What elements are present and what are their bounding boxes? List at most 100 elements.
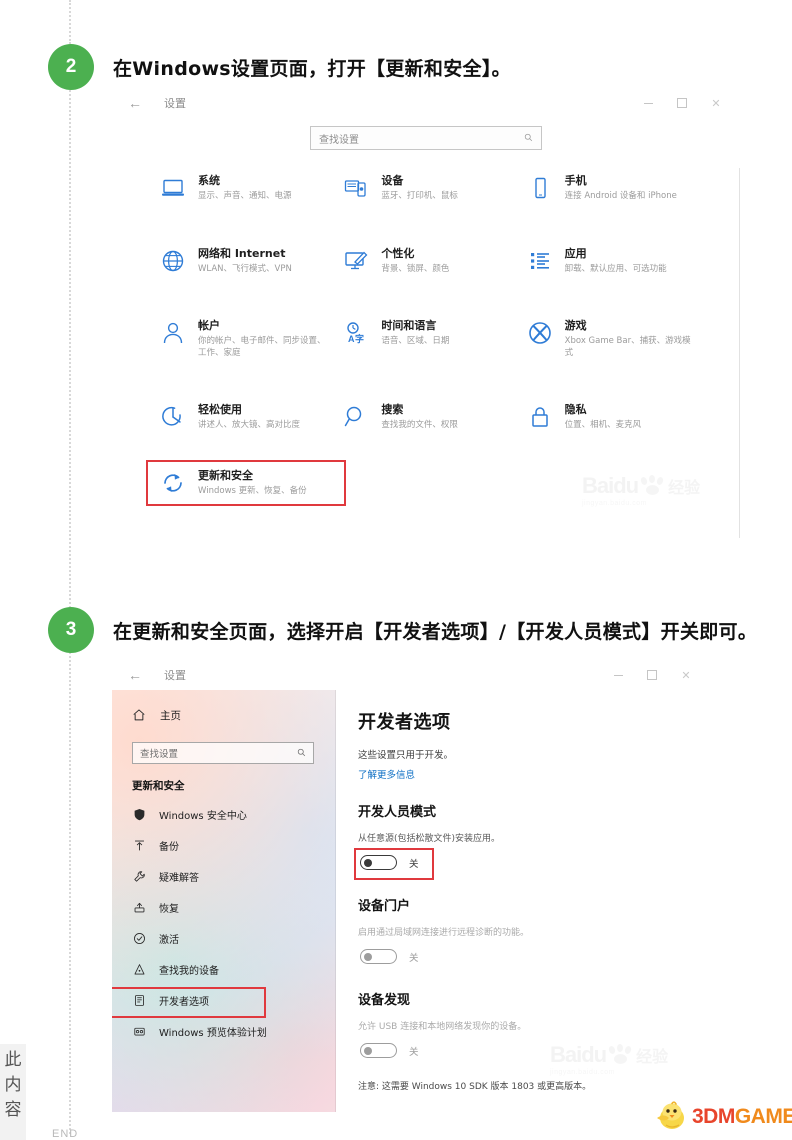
sidebar-item-find-my-device[interactable]: 查找我的设备 [112, 954, 336, 985]
insider-icon [132, 1025, 146, 1039]
sidebar-item-backup[interactable]: 备份 [112, 830, 336, 861]
settings-tile-network[interactable]: 网络和 Internet WLAN、飞行模式、VPN [160, 247, 333, 276]
check-circle-icon [132, 932, 146, 946]
svg-text:A: A [348, 334, 355, 344]
sidebar-item-label: 查找我的设备 [159, 966, 219, 977]
maximize-button[interactable] [636, 663, 668, 687]
settings-tile-search[interactable]: 搜索 查找我的文件、权限 [343, 403, 516, 432]
watermark-cn: 经验 [636, 1047, 669, 1066]
developer-icon [132, 994, 146, 1008]
settings-tile-grid: 系统 显示、声音、通知、电源 设备 蓝牙、打印机、鼠标 手机 连接 Androi… [160, 174, 700, 432]
sidebar-section-title: 更新和安全 [132, 780, 185, 792]
sidebar-item-label: 激活 [159, 935, 179, 946]
search-icon [297, 748, 306, 757]
tile-desc: 位置、相机、麦克风 [564, 420, 642, 430]
tutorial-page: 2 在Windows设置页面，打开【更新和安全】。 ← 设置 ✕ 查找设置 系统… [0, 0, 792, 1140]
update-refresh-icon [160, 470, 186, 496]
section-desc-device-discovery: 允许 USB 连接和本地网络发现你的设备。 [358, 1022, 527, 1032]
sidebar-item-troubleshoot[interactable]: 疑难解答 [112, 861, 336, 892]
tile-title: 游戏 [564, 319, 587, 332]
system-monitor-icon [160, 175, 186, 201]
search-input[interactable]: 查找设置 [310, 126, 542, 150]
lock-icon [527, 404, 553, 430]
settings-tile-privacy[interactable]: 隐私 位置、相机、麦克风 [527, 403, 700, 432]
backup-icon [132, 839, 146, 853]
sidebar-item-developer-options[interactable]: 开发者选项 [112, 985, 336, 1018]
tile-desc: 连接 Android 设备和 iPhone [564, 191, 677, 201]
globe-icon [160, 248, 186, 274]
sidebar-item-recovery[interactable]: 恢复 [112, 892, 336, 923]
tile-desc: Windows 更新、恢复、备份 [198, 486, 307, 496]
back-arrow-icon[interactable]: ← [128, 668, 142, 682]
settings-tile-update-security[interactable]: 更新和安全 Windows 更新、恢复、备份 [160, 469, 350, 498]
device-portal-toggle[interactable] [360, 949, 397, 964]
window-controls: ✕ [602, 660, 702, 690]
back-arrow-icon[interactable]: ← [128, 96, 142, 110]
xbox-icon [527, 320, 553, 346]
baidu-watermark: Baidu 经验 jingyan.baidu.com [550, 1042, 668, 1076]
learn-more-link[interactable]: 了解更多信息 [358, 767, 710, 781]
home-search-container: 查找设置 [112, 126, 740, 150]
sidebar-item-windows-security[interactable]: Windows 安全中心 [112, 799, 336, 830]
developer-options-window: ← 设置 ✕ 主页 查找设置 更新和安全 Windows 安全中心 备份 疑难解… [112, 660, 710, 1112]
tile-desc: 语音、区域、日期 [381, 336, 450, 346]
device-portal-toggle-row[interactable]: 关 [358, 946, 425, 967]
sdk-version-note: 注意: 这需要 Windows 10 SDK 版本 1803 或更高版本。 [358, 1082, 592, 1092]
settings-tile-personalization[interactable]: 个性化 背景、锁屏、颜色 [343, 247, 516, 276]
settings-tile-system[interactable]: 系统 显示、声音、通知、电源 [160, 174, 333, 203]
tile-desc: 讲述人、放大镜、高对比度 [198, 420, 301, 430]
sidebar-item-insider-program[interactable]: Windows 预览体验计划 [112, 1016, 336, 1047]
section-desc-developer-mode: 从任意源(包括松散文件)安装应用。 [358, 834, 501, 844]
maximize-button[interactable] [666, 91, 698, 115]
close-button[interactable]: ✕ [700, 91, 732, 115]
settings-sidebar: 主页 查找设置 更新和安全 Windows 安全中心 备份 疑难解答 恢复 激活… [112, 690, 336, 1112]
search-icon [524, 133, 533, 142]
developer-options-pane: 开发者选项 这些设置只用于开发。 了解更多信息 开发人员模式 从任意源(包括松散… [336, 690, 710, 1112]
page-title: 开发者选项 [358, 712, 451, 733]
svg-text:字: 字 [355, 333, 364, 344]
watermark-url: jingyan.baidu.com [550, 1069, 615, 1076]
settings-tile-phone[interactable]: 手机 连接 Android 设备和 iPhone [527, 174, 700, 203]
paw-icon [639, 475, 665, 496]
sidebar-item-label: 备份 [159, 842, 179, 853]
sidebar-item-activation[interactable]: 激活 [112, 923, 336, 954]
chick-mascot-icon [652, 1101, 690, 1133]
brand-text-part1: 3DM [692, 1105, 735, 1128]
tile-title: 设备 [381, 174, 404, 187]
phone-icon [527, 175, 553, 201]
sidebar-item-label: 疑难解答 [159, 873, 199, 884]
page-subtitle: 这些设置只用于开发。 [358, 750, 454, 761]
close-button[interactable]: ✕ [670, 663, 702, 687]
device-discovery-toggle-row[interactable]: 关 [358, 1040, 425, 1061]
window-title: 设置 [164, 97, 186, 110]
developer-mode-toggle[interactable] [360, 855, 397, 870]
device-discovery-toggle[interactable] [360, 1043, 397, 1058]
tile-title: 时间和语言 [381, 319, 437, 332]
section-title-developer-mode: 开发人员模式 [358, 805, 437, 820]
tile-desc: 你的帐户、电子邮件、同步设置、工作、家庭 [198, 336, 326, 358]
cropped-side-text: 此 内 容 [0, 1044, 26, 1140]
watermark-word: Baidu [550, 1042, 607, 1067]
window-title: 设置 [164, 669, 186, 682]
settings-tile-devices[interactable]: 设备 蓝牙、打印机、鼠标 [343, 174, 516, 203]
sidebar-search-input[interactable]: 查找设置 [132, 742, 314, 764]
find-device-icon [132, 963, 146, 977]
window-controls: ✕ [632, 88, 732, 118]
minimize-button[interactable] [602, 663, 634, 687]
tile-title: 系统 [198, 174, 220, 187]
settings-tile-time-language[interactable]: A 字 时间和语言 语音、区域、日期 [343, 319, 516, 359]
tile-desc: 背景、锁屏、颜色 [381, 263, 450, 274]
settings-tile-apps[interactable]: 应用 卸载、默认应用、可选功能 [527, 247, 700, 276]
section-title-device-portal: 设备门户 [358, 899, 411, 914]
settings-tile-gaming[interactable]: 游戏 Xbox Game Bar、捕获、游戏模式 [527, 319, 700, 359]
settings-tile-accounts[interactable]: 帐户 你的帐户、电子邮件、同步设置、工作、家庭 [160, 319, 333, 359]
developer-mode-toggle-row[interactable]: 关 [354, 848, 434, 880]
step-badge-2: 2 [48, 44, 94, 90]
tile-title: 应用 [564, 246, 587, 260]
settings-tile-ease-of-access[interactable]: 轻松使用 讲述人、放大镜、高对比度 [160, 403, 333, 432]
sidebar-item-home[interactable]: 主页 [112, 700, 336, 730]
watermark-cn: 经验 [668, 478, 701, 497]
personalization-icon [343, 248, 369, 274]
minimize-button[interactable] [632, 91, 664, 115]
sidebar-item-label: 恢复 [159, 904, 179, 915]
